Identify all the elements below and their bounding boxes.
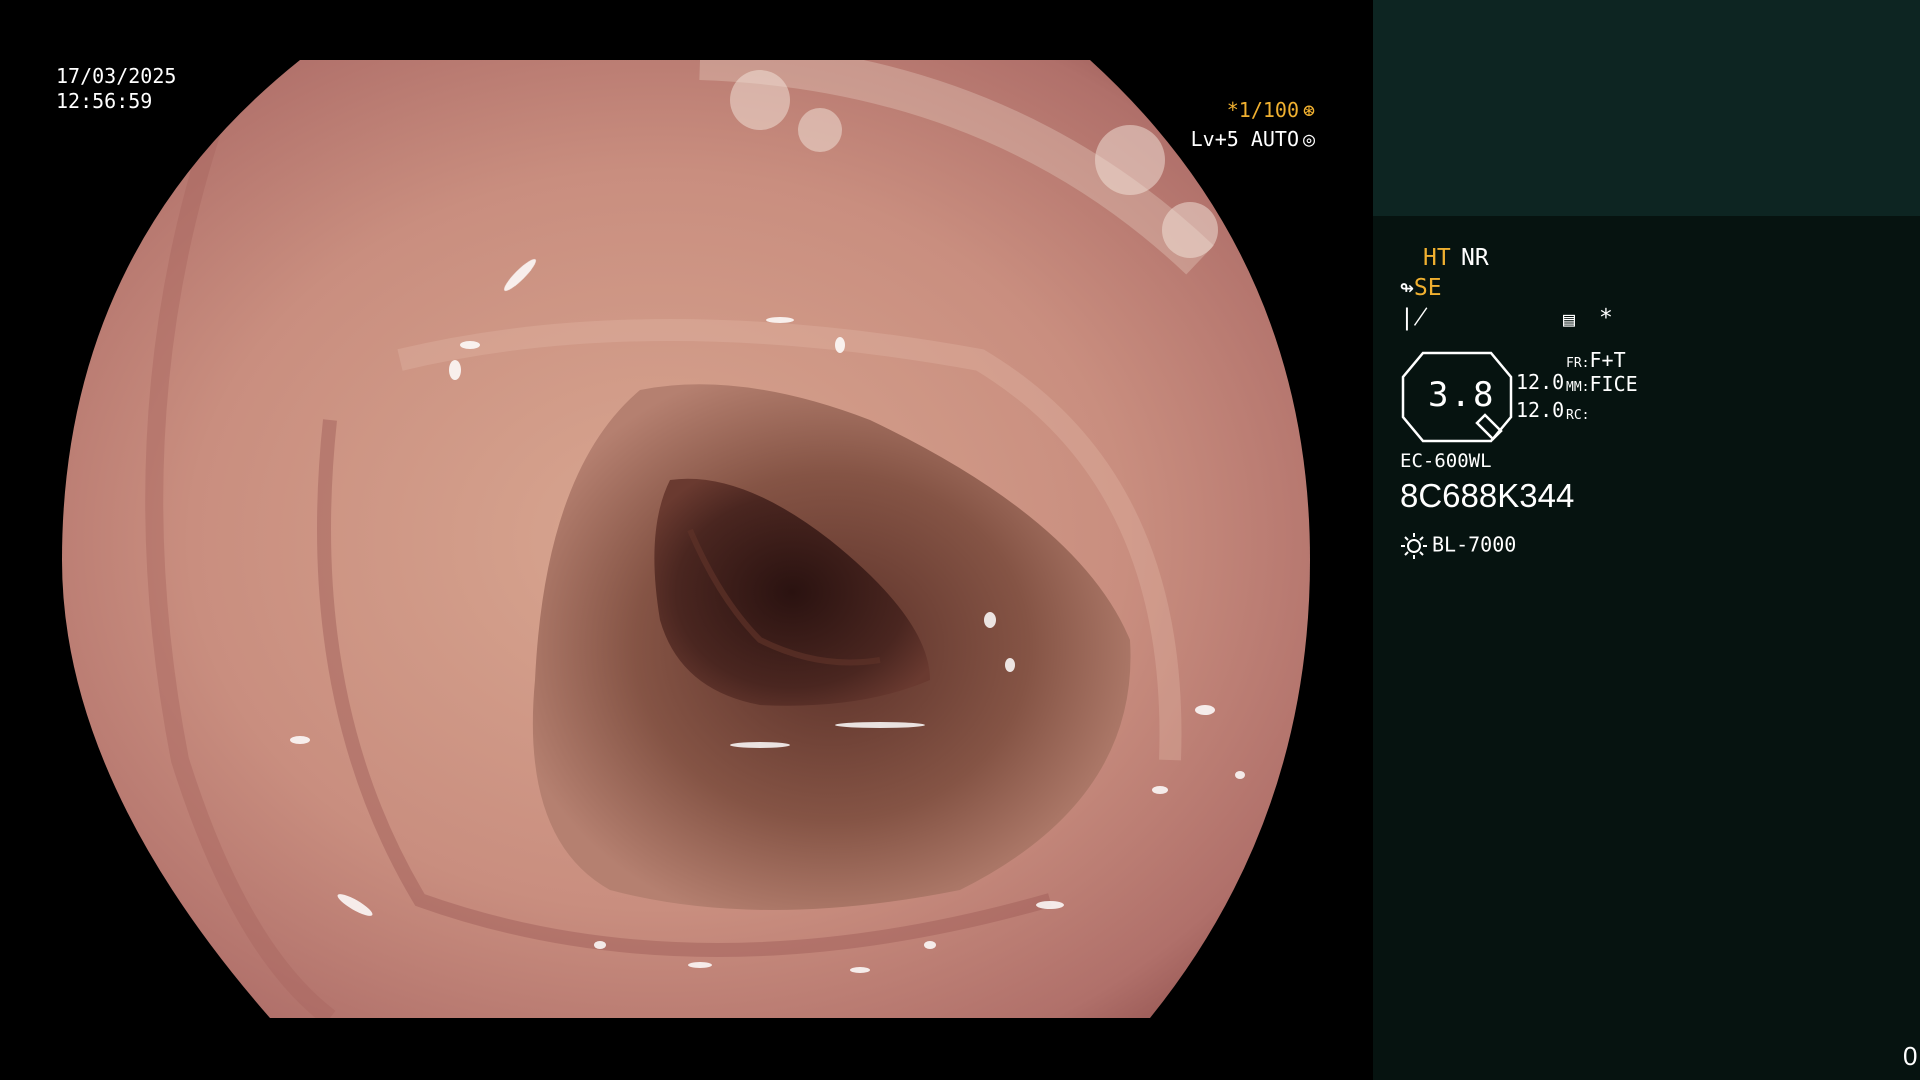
setting-value-bottom: 12.0 (1516, 398, 1565, 422)
ht-indicator: HT (1423, 245, 1451, 271)
time-text: 12:56:59 (56, 89, 153, 113)
zoom-value: 3.8 (1428, 375, 1496, 415)
serial-number: 8C688K344 (1400, 477, 1575, 514)
patient-info-header (1373, 0, 1920, 216)
nr-indicator: NR (1461, 245, 1489, 271)
endoscopic-image (62, 60, 1310, 1018)
rc-label: RC: (1566, 408, 1590, 423)
setting-value-top: 12.0 (1516, 370, 1565, 394)
rc-setting: RC: (1566, 400, 1589, 424)
fr-value: F+T (1589, 348, 1626, 372)
mm-label: MM: (1566, 380, 1590, 395)
brightness-level: Lv+5 AUTO ◎ (1191, 127, 1319, 152)
scope-model: EC-600WL (1400, 450, 1492, 472)
mm-setting: MM:FICE (1566, 372, 1638, 396)
asterisk-mark: * (1599, 305, 1613, 331)
level-text: Lv+5 AUTO (1190, 127, 1299, 151)
structure-enhancement-icon: ↬ (1400, 275, 1414, 301)
image-counter: 0 (1903, 1041, 1918, 1071)
tone-curve-icon: ∤ (1400, 305, 1428, 331)
shutter-speed: *1/100 ⊛ (1227, 98, 1319, 123)
aperture-icon: ⊛ (1302, 98, 1316, 122)
fr-label: FR: (1566, 356, 1590, 371)
structure-enhancement-row: ↬SE (1400, 275, 1442, 301)
light-source-icon (1401, 533, 1427, 559)
endoscope-video-area: 17/03/2025 12:56:59 *1/100 ⊛ Lv+5 AUTO ◎ (0, 0, 1372, 1080)
shutter-text: *1/100 (1226, 98, 1299, 122)
date-text: 17/03/2025 (56, 64, 177, 88)
fr-setting: FR:F+T (1566, 348, 1626, 372)
light-source-row: BL-7000 (1400, 532, 1516, 560)
status-side-panel: HT NR ↬SE ∤ ▤ * 3.8 12.0 12.0 FR:F+T MM:… (1373, 0, 1920, 1080)
memo-icon: ▤ (1563, 307, 1576, 331)
auto-iris-icon: ◎ (1302, 127, 1316, 151)
se-indicator: SE (1413, 275, 1442, 301)
mm-value: FICE (1589, 372, 1638, 396)
lamp-model: BL-7000 (1432, 532, 1517, 557)
